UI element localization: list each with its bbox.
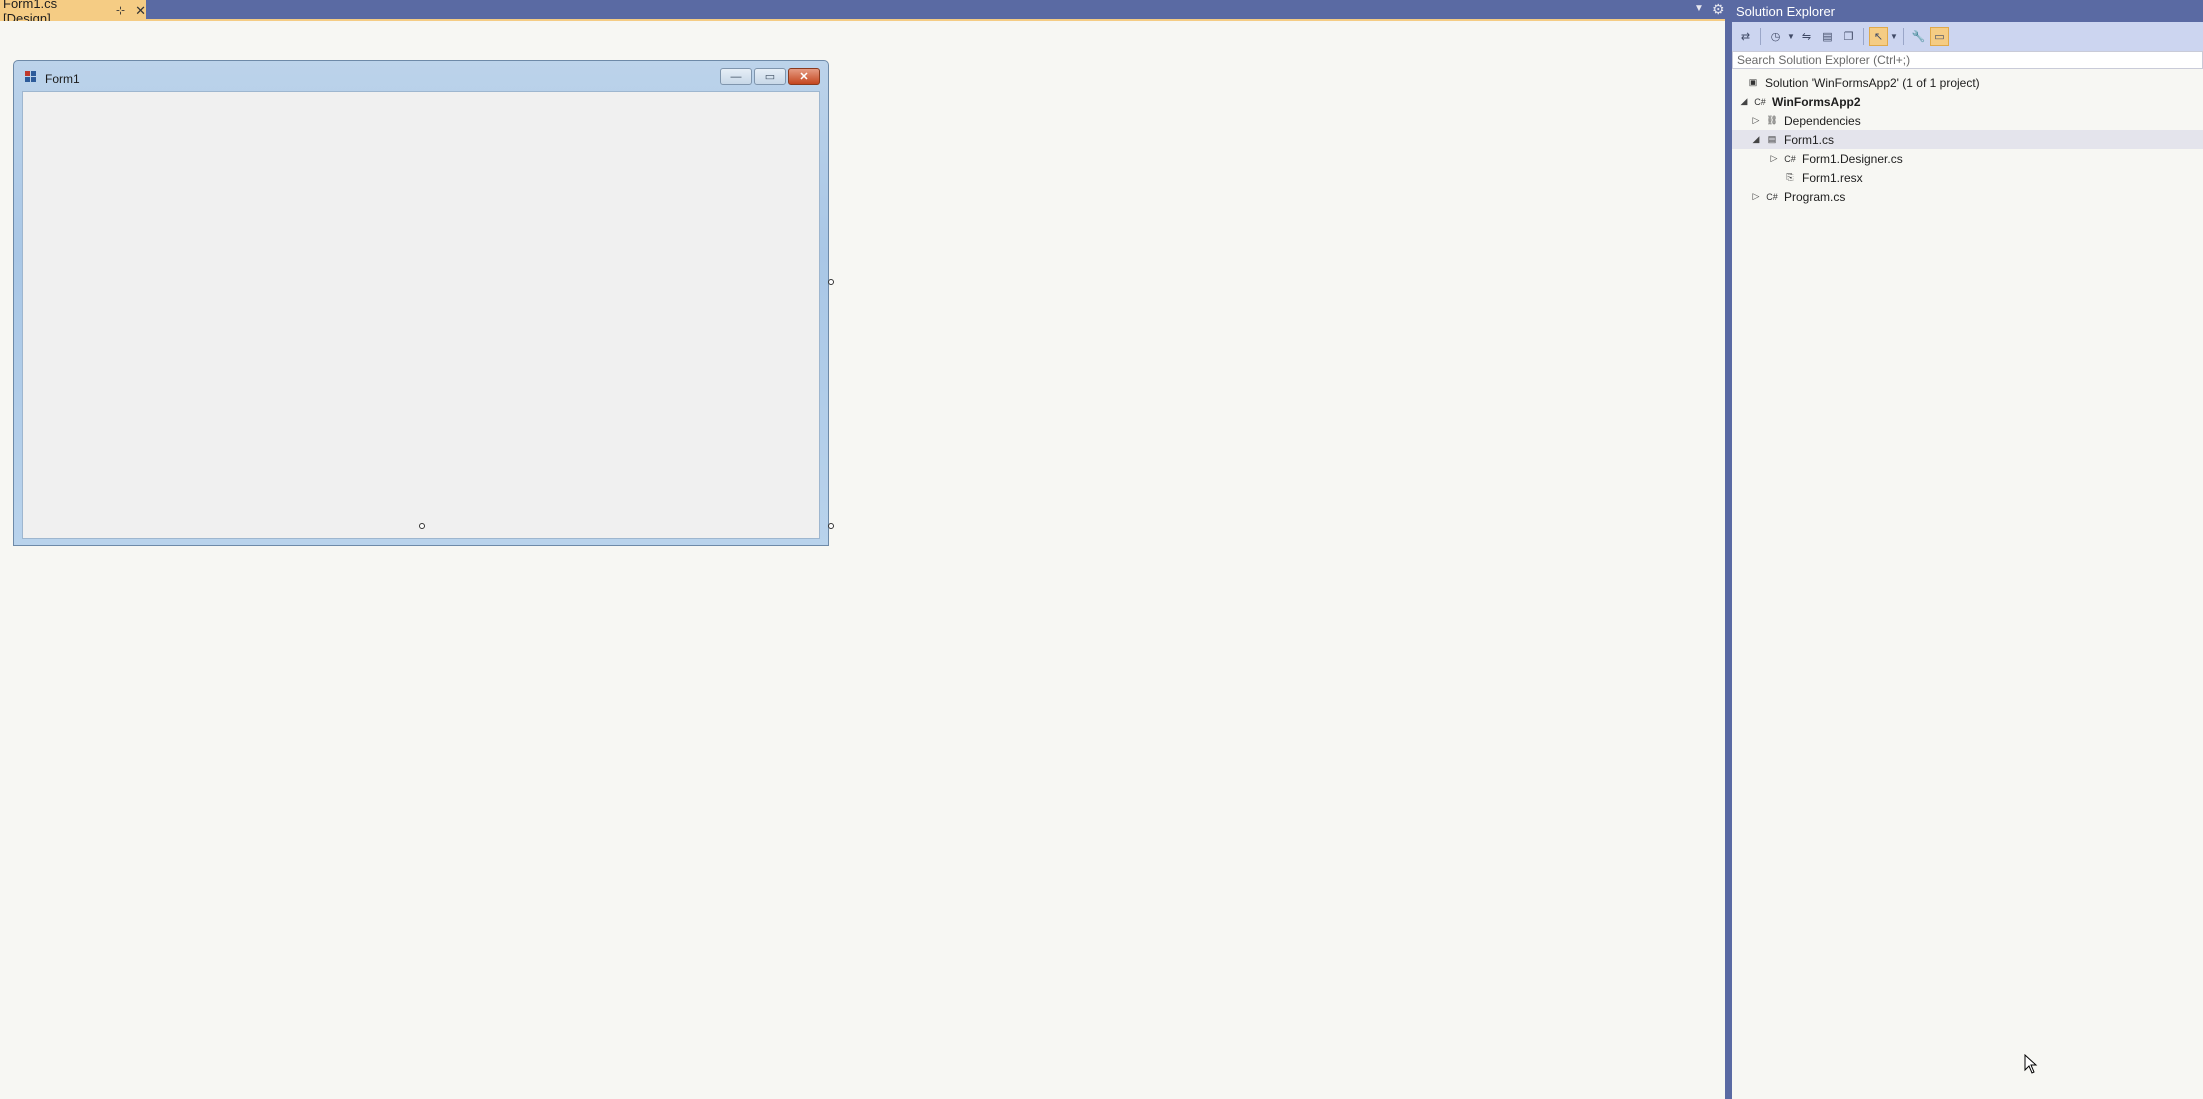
solution-tree: ▣ Solution 'WinFormsApp2' (1 of 1 projec… — [1732, 69, 2203, 206]
solution-explorer-panel: Solution Explorer ⇄ ◷ ▼ ⇋ ▤ ❐ ↖ ▼ 🔧 ▭ ▣ … — [1732, 0, 2203, 1099]
tree-item-label: Form1.resx — [1802, 170, 1863, 185]
expanded-arrow-icon[interactable]: ◢ — [1750, 134, 1762, 145]
mouse-pointer-icon — [2024, 1054, 2038, 1074]
dependencies-icon: ⛓ — [1766, 115, 1778, 125]
csharp-file-icon: C# — [1784, 153, 1796, 164]
resource-file-icon: ⎘ — [1786, 172, 1794, 182]
form-client-area[interactable] — [22, 91, 820, 539]
form-file-icon: ▤ — [1767, 134, 1777, 144]
tree-item-label: Solution 'WinFormsApp2' (1 of 1 project) — [1765, 75, 1980, 90]
maximize-button[interactable]: ▭ — [754, 68, 786, 85]
tab-list-dropdown-icon[interactable]: ▼ — [1694, 3, 1704, 14]
expanded-arrow-icon[interactable]: ◢ — [1738, 96, 1750, 107]
close-button[interactable]: ✕ — [788, 68, 820, 85]
tree-item-label: Form1.cs — [1784, 132, 1835, 147]
show-all-files-icon[interactable]: ❐ — [1839, 27, 1858, 46]
tree-item-label: WinFormsApp2 — [1772, 94, 1861, 109]
resize-handle-bottom[interactable] — [419, 523, 425, 529]
toolbar-separator — [1760, 28, 1761, 45]
toolbar-separator — [1863, 28, 1864, 45]
collapsed-arrow-icon[interactable]: ▷ — [1750, 191, 1762, 202]
close-icon: ✕ — [799, 71, 809, 83]
chevron-down-icon[interactable]: ▼ — [1787, 32, 1795, 41]
preview-selected-items-icon[interactable]: ▭ — [1930, 27, 1949, 46]
tree-item-label: Form1.Designer.cs — [1802, 151, 1903, 166]
tree-item-label: Dependencies — [1784, 113, 1861, 128]
pin-icon[interactable]: ⊹ — [116, 4, 125, 17]
solution-explorer-title: Solution Explorer — [1736, 3, 1835, 19]
chevron-down-icon[interactable]: ▼ — [1890, 32, 1898, 41]
minimize-icon: — — [730, 70, 742, 83]
document-tab-strip: Form1.cs [Design] ⊹ ✕ ▼ ⚙ — [0, 0, 1725, 26]
toolbar-separator — [1903, 28, 1904, 45]
csharp-file-icon: C# — [1766, 191, 1778, 202]
tree-item-dependencies[interactable]: ▷ ⛓ Dependencies — [1732, 111, 2203, 130]
properties-wrench-icon[interactable]: 🔧 — [1909, 27, 1928, 46]
resize-handle-right[interactable] — [828, 279, 834, 285]
minimize-button[interactable]: — — [720, 68, 752, 85]
resize-handle-bottom-right[interactable] — [828, 523, 834, 529]
solution-explorer-toolbar: ⇄ ◷ ▼ ⇋ ▤ ❐ ↖ ▼ 🔧 ▭ — [1732, 22, 2203, 51]
tree-item-form1-resx[interactable]: ⎘ Form1.resx — [1732, 168, 2203, 187]
collapsed-arrow-icon[interactable]: ▷ — [1750, 115, 1762, 126]
solution-explorer-header: Solution Explorer — [1732, 0, 2203, 22]
designer-form[interactable]: Form1 — ▭ ✕ — [13, 60, 829, 546]
track-active-item-icon[interactable]: ↖ — [1869, 27, 1888, 46]
tree-item-form1-designer[interactable]: ▷ C# Form1.Designer.cs — [1732, 149, 2203, 168]
tree-item-form1-cs[interactable]: ◢ ▤ Form1.cs — [1732, 130, 2203, 149]
csharp-project-icon: C# — [1754, 96, 1766, 107]
tree-item-project[interactable]: ◢ C# WinFormsApp2 — [1732, 92, 2203, 111]
document-tab-form1-design[interactable]: Form1.cs [Design] ⊹ ✕ — [0, 0, 146, 26]
form-icon — [25, 71, 36, 82]
pending-changes-filter-icon[interactable]: ◷ — [1766, 27, 1785, 46]
close-tab-icon[interactable]: ✕ — [135, 3, 146, 19]
collapse-all-icon[interactable]: ▤ — [1818, 27, 1837, 46]
sync-with-active-document-icon[interactable]: ⇋ — [1797, 27, 1816, 46]
collapsed-arrow-icon[interactable]: ▷ — [1768, 153, 1780, 164]
form-titlebar: Form1 — ▭ ✕ — [14, 61, 828, 89]
tree-item-program-cs[interactable]: ▷ C# Program.cs — [1732, 187, 2203, 206]
maximize-icon: ▭ — [764, 71, 776, 83]
switch-views-icon[interactable]: ⇄ — [1736, 27, 1755, 46]
tree-item-label: Program.cs — [1784, 189, 1846, 204]
form-title: Form1 — [45, 72, 80, 86]
gear-icon[interactable]: ⚙ — [1712, 1, 1725, 18]
panel-splitter[interactable] — [1725, 0, 1732, 1099]
tree-item-solution[interactable]: ▣ Solution 'WinFormsApp2' (1 of 1 projec… — [1732, 73, 2203, 92]
solution-icon: ▣ — [1748, 77, 1758, 87]
solution-explorer-search-input[interactable] — [1732, 51, 2203, 69]
designer-surface[interactable]: Form1 — ▭ ✕ — [0, 21, 1725, 1099]
